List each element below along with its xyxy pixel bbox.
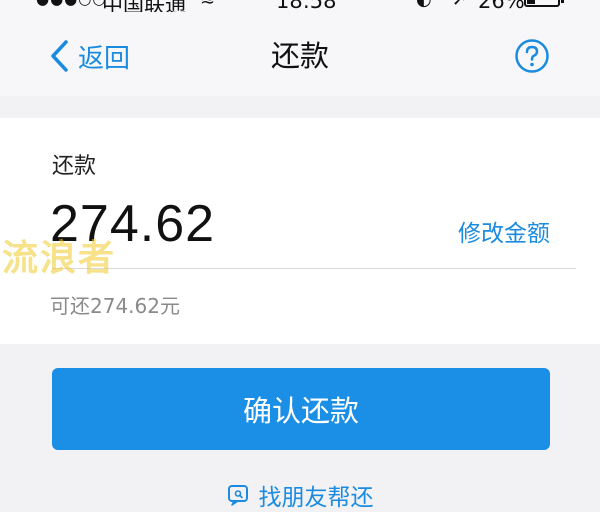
battery-percent: 26% [478, 0, 525, 12]
question-circle-icon[interactable] [514, 38, 550, 74]
location-arrow-icon: ➚ [452, 0, 467, 10]
carrier-name: 中国联通 [102, 0, 186, 12]
repayment-card: 还款 274.62 修改金额 可还274.62元 [0, 118, 600, 344]
page-title: 还款 [270, 39, 329, 73]
confirm-repayment-button[interactable]: 确认还款 [52, 368, 550, 450]
status-bar: ●●●○○ 中国联通 ≋ 18:58 ◐ ➚ 26% [0, 0, 600, 12]
signal-strength-icon: ●●●○○ [36, 0, 106, 8]
chat-bubble-icon [227, 485, 248, 506]
rotation-lock-icon: ◐ [416, 0, 432, 10]
repayment-label: 还款 [52, 154, 97, 179]
divider [52, 268, 576, 269]
battery-cap [561, 0, 564, 3]
edit-amount-link[interactable]: 修改金额 [458, 214, 550, 248]
repayment-amount: 274.62 [50, 195, 216, 253]
battery-icon [524, 0, 560, 7]
available-amount-text: 可还274.62元 [50, 294, 180, 318]
battery-level-fill [527, 0, 535, 4]
status-time: 18:58 [276, 0, 337, 12]
wifi-icon: ≋ [200, 0, 215, 10]
navigation-bar: 返回 还款 [0, 12, 600, 96]
